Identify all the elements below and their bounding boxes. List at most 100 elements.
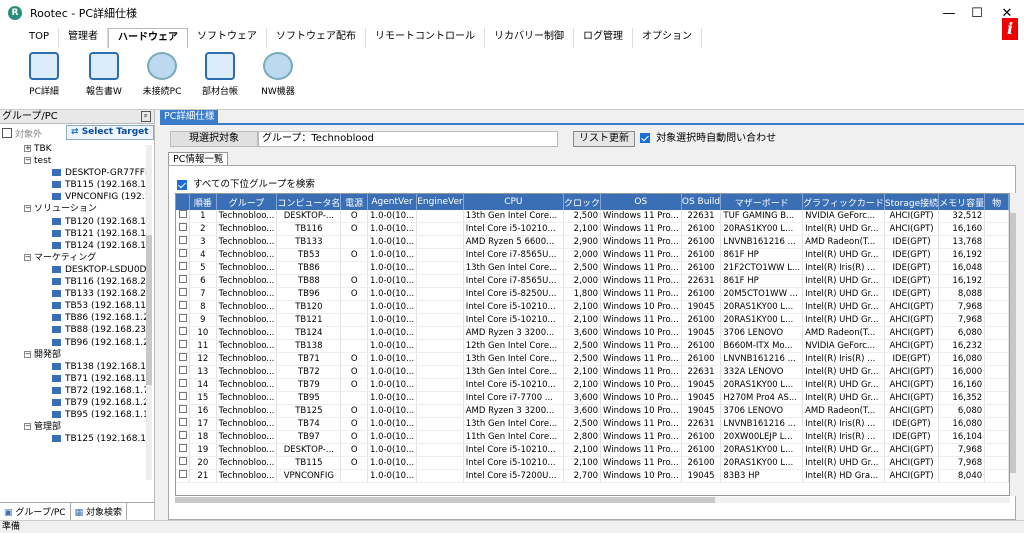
tab-pc-info-list[interactable]: PC情報一覧 (168, 152, 229, 166)
column-header[interactable]: OS (600, 194, 682, 210)
row-select-cell[interactable] (176, 339, 191, 353)
column-header[interactable]: 物 (984, 194, 1009, 210)
table-row[interactable]: 19 Technobloo... DESKTOP-... O 1.0-0(10... In… (176, 443, 1009, 457)
column-header[interactable]: CPU (463, 194, 565, 210)
row-select-cell[interactable] (176, 456, 191, 470)
table-row[interactable]: 15 Technobloo... TB95 1.0-0(10... Intel Core… (176, 391, 1009, 405)
collapse-icon[interactable]: − (24, 253, 31, 261)
table-row[interactable]: 21 Technobloo... VPNCONFIG 1.0-0(10... Intel… (176, 469, 1009, 483)
row-checkbox[interactable] (178, 262, 187, 270)
table-row[interactable]: 13 Technobloo... TB72 O 1.0-0(10... 13th Gen … (176, 365, 1009, 379)
tree-pc-node[interactable]: TB72 (192.168.1.72 (0, 385, 146, 397)
row-select-cell[interactable] (176, 248, 191, 262)
row-select-cell[interactable] (176, 391, 191, 405)
table-row[interactable]: 12 Technobloo... TB71 O 1.0-0(10... 13th Gen … (176, 352, 1009, 366)
column-header[interactable]: グラフィックカード (802, 194, 885, 210)
table-row[interactable]: 9 Technobloo... TB121 1.0-0(10... Intel Core… (176, 313, 1009, 327)
table-row[interactable]: 3 Technobloo... TB133 1.0-0(10... AMD Ryzen … (176, 235, 1009, 249)
table-row[interactable]: 18 Technobloo... TB97 O 1.0-0(10... 11th Gen … (176, 430, 1009, 444)
refresh-list-button[interactable]: リスト更新 (573, 131, 635, 147)
tab-software[interactable]: ソフトウェア (188, 28, 268, 48)
table-row[interactable]: 8 Technobloo... TB120 1.0-0(10... Intel Core… (176, 300, 1009, 314)
column-header[interactable]: グループ (216, 194, 278, 210)
expand-icon[interactable]: + (24, 145, 31, 152)
row-checkbox[interactable] (178, 340, 187, 348)
tab-group-pc[interactable]: ▣ グループ/PC (0, 503, 71, 520)
column-header[interactable]: クロック (563, 194, 602, 210)
tree-pc-node[interactable]: TB121 (192.168.1.2 (0, 228, 146, 240)
table-row[interactable]: 14 Technobloo... TB79 O 1.0-0(10... Intel Cor… (176, 378, 1009, 392)
exclude-checkbox[interactable] (2, 128, 12, 138)
tree-group-node[interactable]: − ソリューション (0, 203, 146, 215)
table-row[interactable]: 1 Technobloo... DESKTOP-... O 1.0-0(10... 13t… (176, 210, 1009, 223)
tree-group-node[interactable]: − 開発部 (0, 349, 146, 361)
row-select-cell[interactable] (176, 404, 191, 418)
unconnected-pc-button[interactable]: 未接続PC (132, 52, 192, 97)
row-checkbox[interactable] (178, 288, 187, 296)
tree-pc-node[interactable]: TB133 (192.168.230 (0, 288, 146, 300)
table-row[interactable]: 6 Technobloo... TB88 O 1.0-0(10... Intel Core… (176, 274, 1009, 288)
column-header[interactable]: OS Build (681, 194, 722, 210)
row-checkbox[interactable] (178, 249, 187, 257)
row-select-cell[interactable] (176, 430, 191, 444)
tab-recovery[interactable]: リカバリー制御 (485, 28, 575, 48)
tree-pc-node[interactable]: TB124 (192.168.1.1 (0, 240, 146, 252)
column-header[interactable]: 順番 (189, 194, 217, 210)
table-row[interactable]: 17 Technobloo... TB74 O 1.0-0(10... 13th Gen … (176, 417, 1009, 431)
table-row[interactable]: 2 Technobloo... TB116 O 1.0-0(10... Intel Cor… (176, 222, 1009, 236)
panel-tab-pc-detail[interactable]: PC詳細仕様 (160, 110, 219, 124)
tab-remote-control[interactable]: リモートコントロール (366, 28, 486, 48)
collapse-icon[interactable]: − (24, 350, 31, 358)
tree-scrollbar[interactable] (146, 145, 152, 480)
auto-query-checkbox[interactable] (640, 133, 650, 143)
column-header[interactable]: 電源 (340, 194, 368, 210)
tree-group-node[interactable]: − マーケティング (0, 252, 146, 264)
group-tree[interactable]: + TBK − test DESKTOP-GR77FFF TB115 (192.168.1… (0, 143, 146, 488)
row-checkbox[interactable] (178, 353, 187, 361)
tree-pc-node[interactable]: VPNCONFIG (192.1 (0, 191, 146, 203)
tab-software-distribution[interactable]: ソフトウェア配布 (267, 28, 367, 48)
row-select-cell[interactable] (176, 222, 191, 236)
row-select-cell[interactable] (176, 300, 191, 314)
row-select-cell[interactable] (176, 365, 191, 379)
tree-pc-node[interactable]: TB138 (192.168.1.1 (0, 361, 146, 373)
tree-pc-node[interactable]: TB116 (192.168.230 (0, 276, 146, 288)
collapse-icon[interactable]: − (24, 205, 31, 213)
row-checkbox[interactable] (178, 366, 187, 374)
row-checkbox[interactable] (178, 431, 187, 439)
row-checkbox[interactable] (178, 470, 187, 478)
row-select-cell[interactable] (176, 235, 191, 249)
row-checkbox[interactable] (178, 223, 187, 231)
row-checkbox[interactable] (178, 457, 187, 465)
table-vertical-scrollbar[interactable] (1010, 193, 1016, 496)
row-checkbox[interactable] (178, 444, 187, 452)
row-checkbox[interactable] (178, 314, 187, 322)
column-header[interactable]: AgentVer (367, 194, 418, 210)
tree-pc-node[interactable]: DESKTOP-GR77FFF (0, 167, 146, 179)
row-checkbox[interactable] (178, 301, 187, 309)
row-checkbox[interactable] (178, 392, 187, 400)
tree-pc-node[interactable]: DESKTOP-LSDU0D (0, 264, 146, 276)
tree-pc-node[interactable]: TB86 (192.168.1.21 (0, 312, 146, 324)
tab-admin[interactable]: 管理者 (59, 28, 109, 48)
pc-detail-button[interactable]: PC詳細 (14, 52, 74, 97)
column-header[interactable]: コンピュータ名 (276, 194, 342, 210)
table-row[interactable]: 11 Technobloo... TB138 1.0-0(10... 12th Gen … (176, 339, 1009, 353)
column-header[interactable]: マザーボード (720, 194, 804, 210)
row-select-cell[interactable] (176, 469, 191, 483)
row-checkbox[interactable] (178, 210, 187, 218)
minimize-button[interactable]: — (934, 0, 964, 26)
tree-pc-node[interactable]: TB96 (192.168.1.21 (0, 337, 146, 349)
pin-icon[interactable]: ᵖ (141, 111, 151, 122)
table-row[interactable]: 7 Technobloo... TB96 O 1.0-0(10... Intel Core… (176, 287, 1009, 301)
tab-target-search[interactable]: ▦ 対象検索 (71, 503, 128, 520)
report-button[interactable]: 報告書W (74, 52, 134, 97)
tab-option[interactable]: オプション (633, 28, 703, 48)
column-header[interactable]: メモリ容量 (938, 194, 986, 210)
info-icon[interactable]: i (1002, 18, 1018, 40)
row-select-cell[interactable] (176, 313, 191, 327)
column-header[interactable]: Storage接続 (884, 194, 940, 210)
table-row[interactable]: 16 Technobloo... TB125 O 1.0-0(10... AMD Ryze… (176, 404, 1009, 418)
tree-group-node[interactable]: − test (0, 155, 146, 167)
row-select-cell[interactable] (176, 378, 191, 392)
